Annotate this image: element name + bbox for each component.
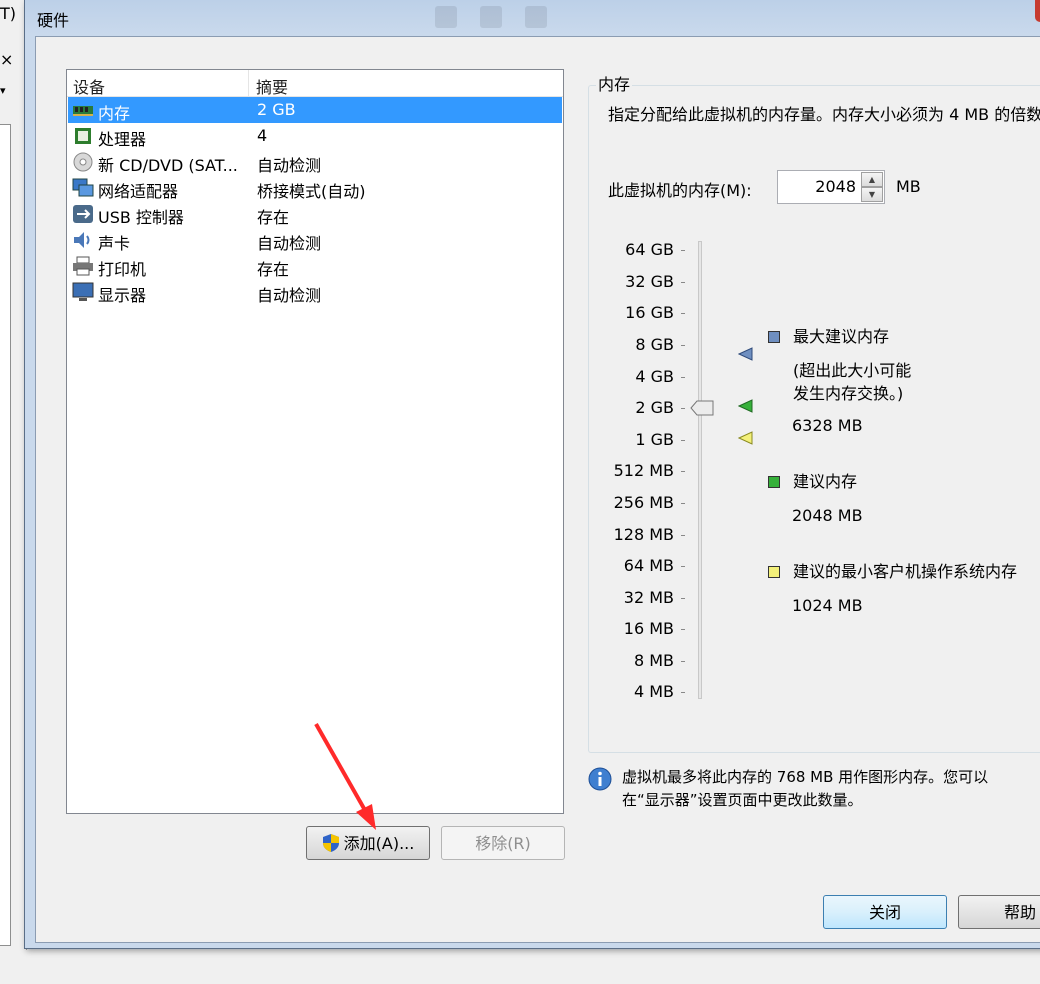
annotation-arrow (314, 723, 376, 830)
